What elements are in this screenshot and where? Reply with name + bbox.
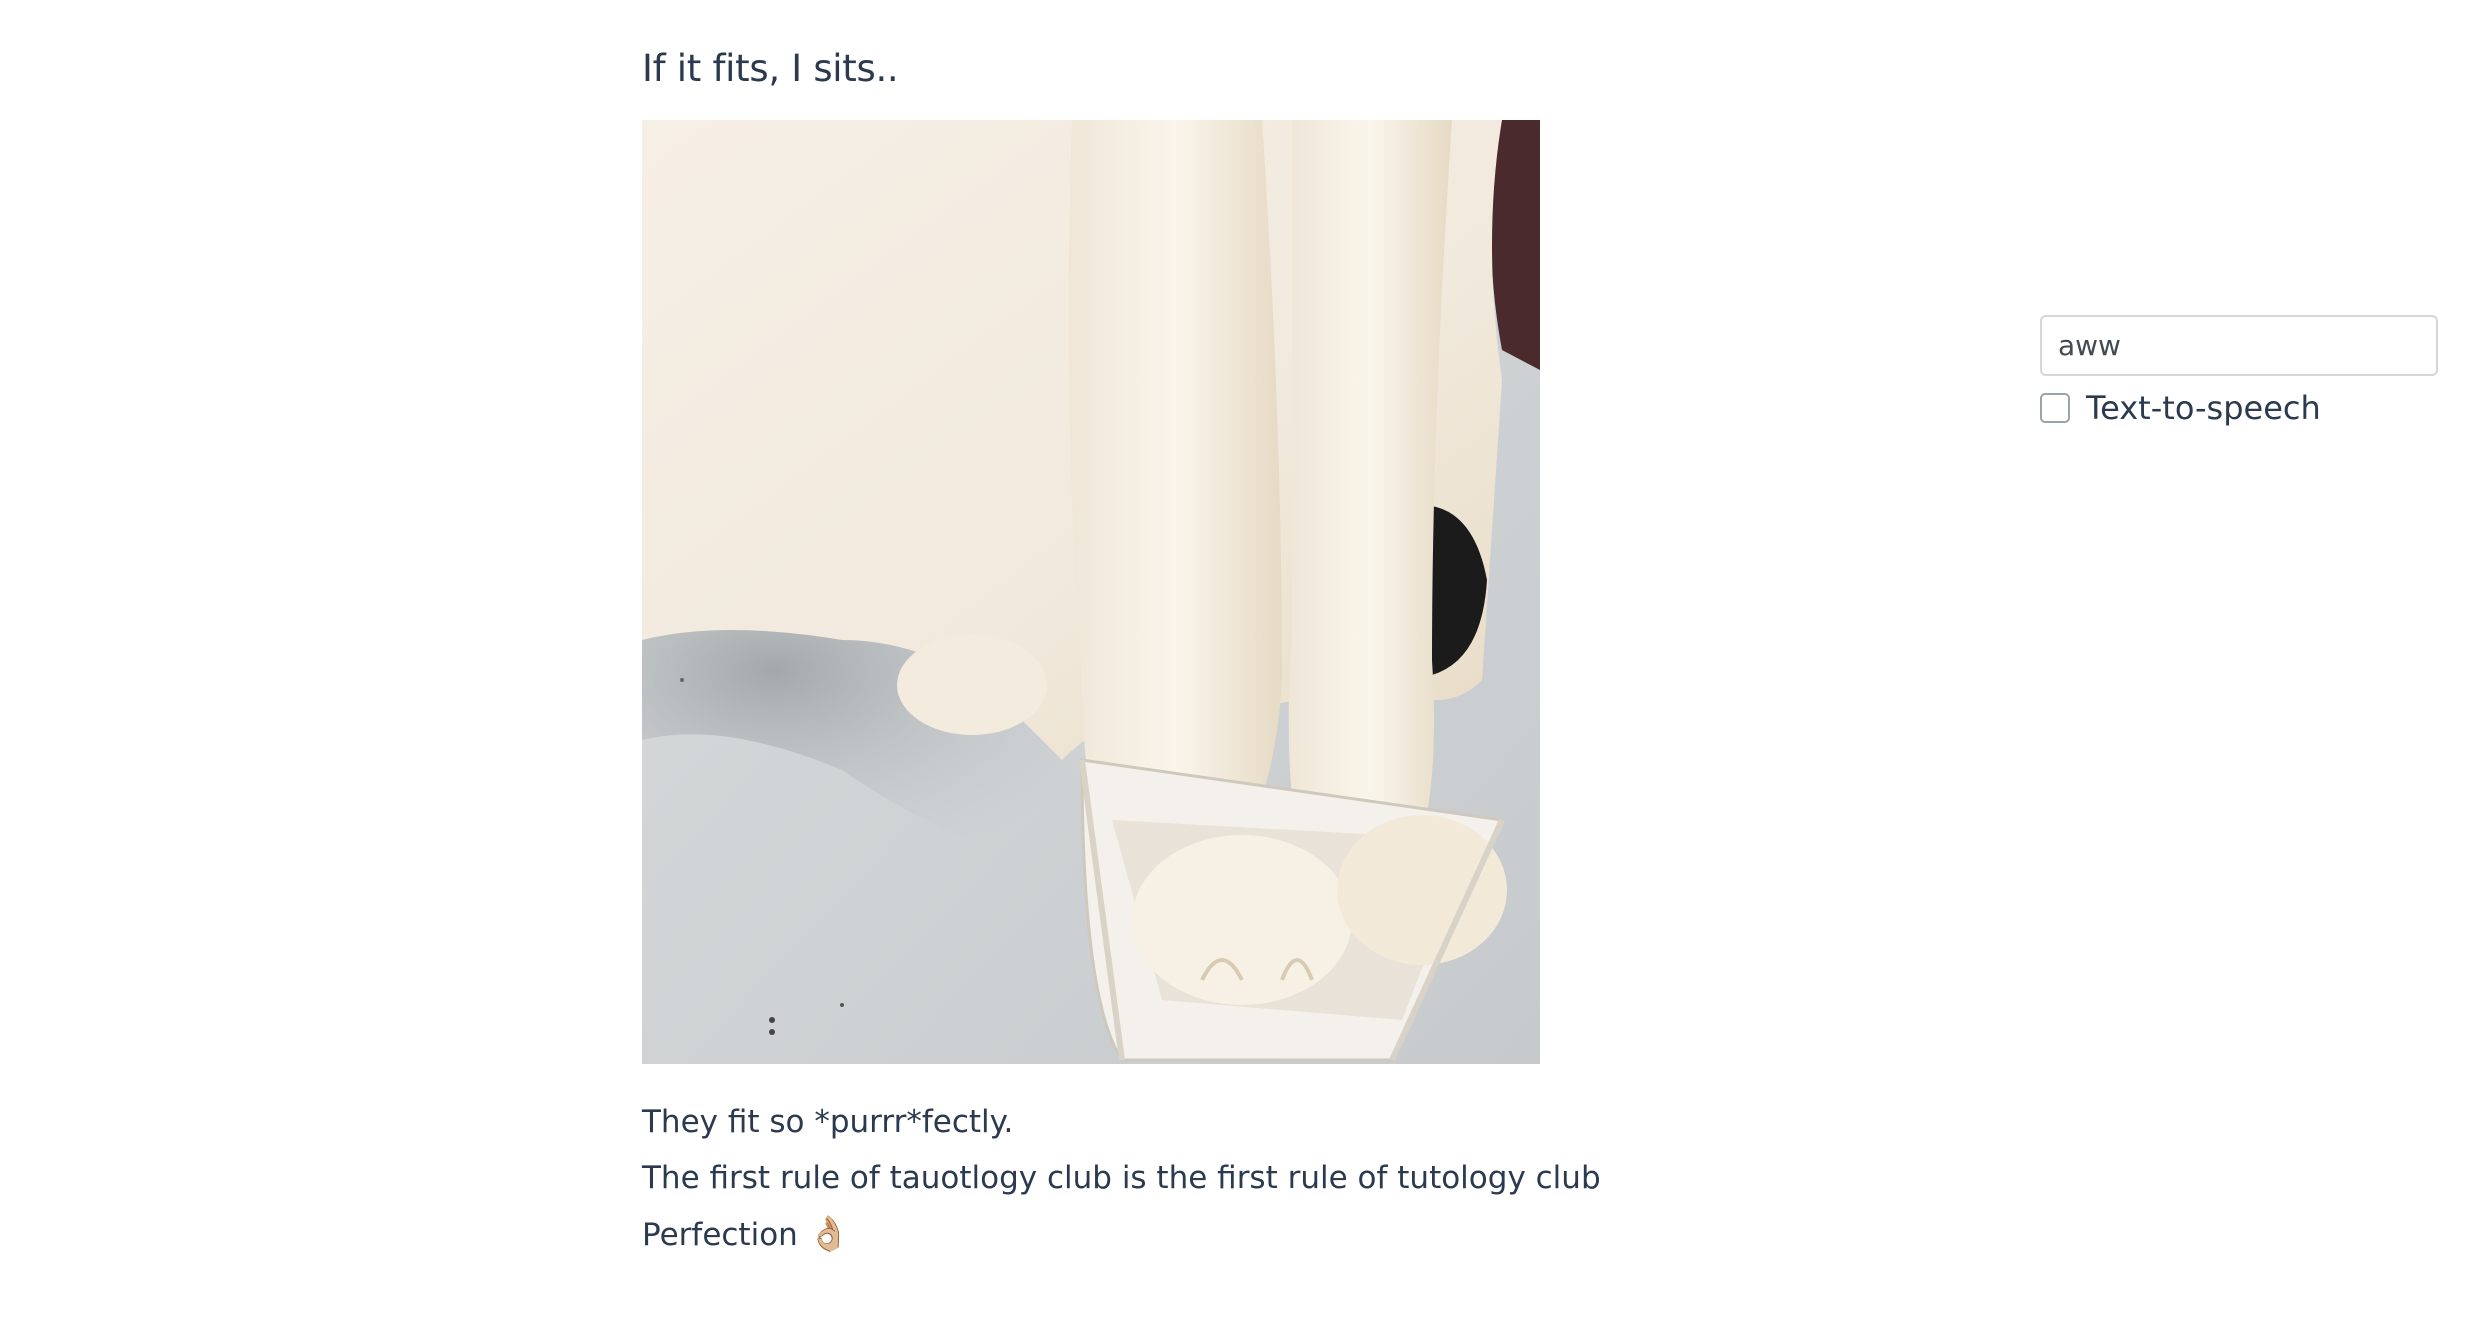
- post-image: [642, 120, 1540, 1064]
- comment-1-text: They fit so *purrr*fectly.: [642, 1104, 1014, 1140]
- comment-2-text: The first rule of tauotlogy club is the …: [642, 1160, 1601, 1196]
- comment-1: They fit so *purrr*fectly.: [642, 1094, 1642, 1150]
- comments: They fit so *purrr*fectly. The first rul…: [642, 1094, 1642, 1263]
- comment-3: Perfection 👌🏼: [642, 1206, 1642, 1263]
- sidebar: Text-to-speech: [2040, 315, 2440, 428]
- tts-label[interactable]: Text-to-speech: [2086, 389, 2321, 427]
- comment-2: The first rule of tauotlogy club is the …: [642, 1150, 1642, 1206]
- comment-3-text: Perfection: [642, 1217, 808, 1253]
- tts-toggle[interactable]: Text-to-speech: [2040, 388, 2440, 428]
- subreddit-input[interactable]: [2040, 315, 2438, 376]
- ok-hand-icon: 👌🏼: [807, 1214, 851, 1254]
- post: If it fits, I sits.. They fit so *purrr*…: [642, 40, 1642, 1263]
- tts-checkbox[interactable]: [2040, 393, 2070, 423]
- post-title: If it fits, I sits..: [642, 47, 899, 90]
